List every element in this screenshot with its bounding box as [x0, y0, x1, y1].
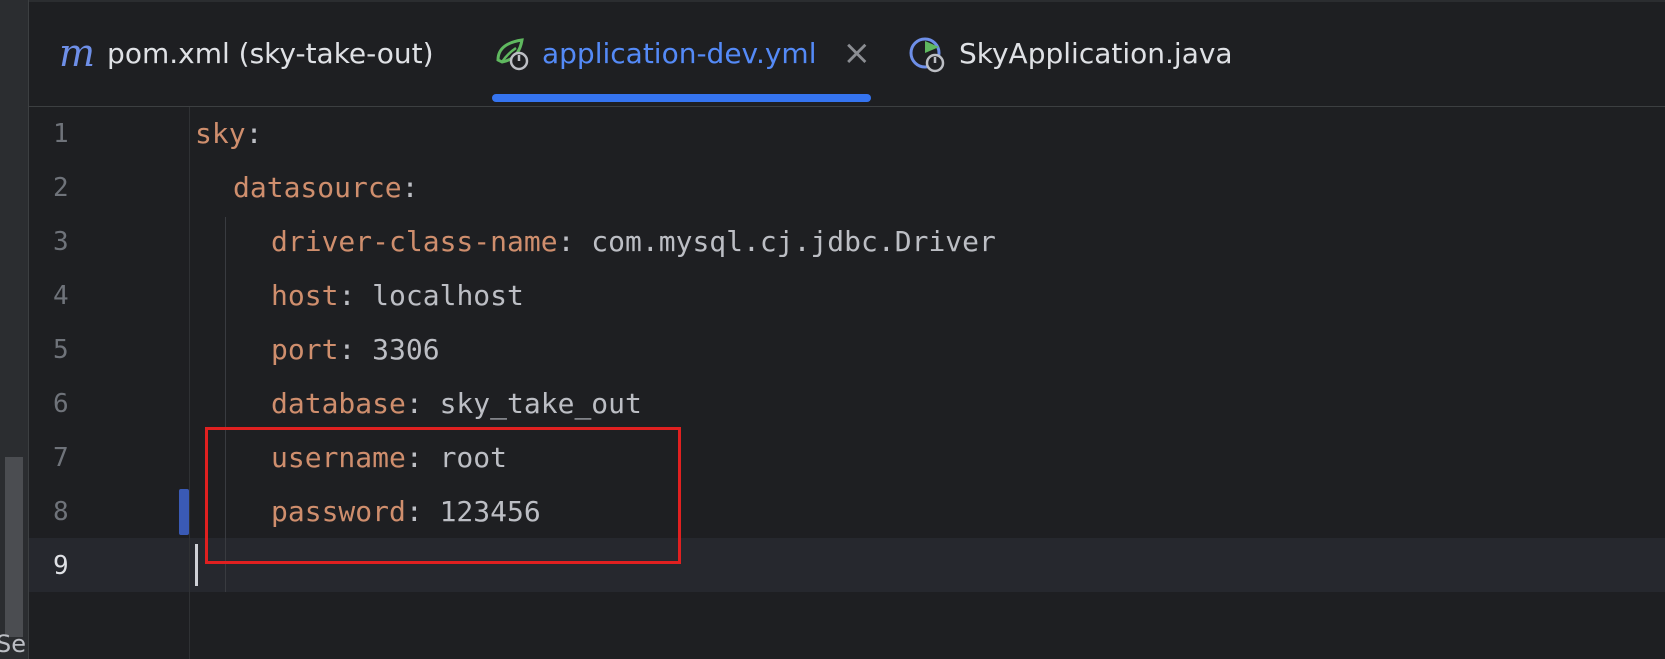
editor-tab-bar: m pom.xml (sky-take-out) application-dev…: [29, 0, 1665, 107]
tab-sky-application-java[interactable]: SkyApplication.java: [907, 0, 1233, 106]
tab-label: SkyApplication.java: [959, 36, 1233, 70]
spring-boot-run-icon: [907, 33, 947, 73]
code-line: database: sky_take_out: [271, 387, 642, 420]
line-number: 6: [53, 389, 69, 419]
close-tab-button[interactable]: ×: [842, 33, 871, 73]
tab-label: application-dev.yml: [542, 36, 817, 70]
line-number-current: 9: [53, 551, 69, 581]
spring-config-icon: [492, 34, 530, 72]
tab-label: pom.xml (sky-take-out): [107, 36, 434, 70]
tab-application-dev-yml[interactable]: application-dev.yml ×: [492, 0, 871, 106]
line-number: 7: [53, 443, 69, 473]
vcs-change-marker[interactable]: [179, 489, 189, 535]
code-line: port: 3306: [271, 333, 440, 366]
text-caret: [195, 544, 198, 586]
annotation-highlight-box: [205, 427, 681, 564]
line-number: 5: [53, 335, 69, 365]
line-number: 2: [53, 173, 69, 203]
code-line: datasource:: [233, 171, 419, 204]
side-scrollbar[interactable]: [5, 457, 23, 637]
line-number: 4: [53, 281, 69, 311]
side-panel-label: Se: [0, 630, 26, 658]
code-editor[interactable]: 1 2 3 4 5 6 7 8 9 sky: datasource: drive…: [29, 107, 1665, 659]
code-line: driver-class-name: com.mysql.cj.jdbc.Dri…: [271, 225, 996, 258]
maven-m-icon: m: [59, 31, 96, 75]
code-line: sky:: [195, 117, 263, 150]
line-number: 8: [53, 497, 69, 527]
line-number: 3: [53, 227, 69, 257]
line-number-gutter: 1 2 3 4 5 6 7 8 9: [29, 107, 190, 659]
tab-pom-xml[interactable]: m pom.xml (sky-take-out): [59, 0, 434, 106]
code-line: host: localhost: [271, 279, 524, 312]
line-number: 1: [53, 119, 69, 149]
left-tool-strip: Se: [0, 0, 29, 659]
